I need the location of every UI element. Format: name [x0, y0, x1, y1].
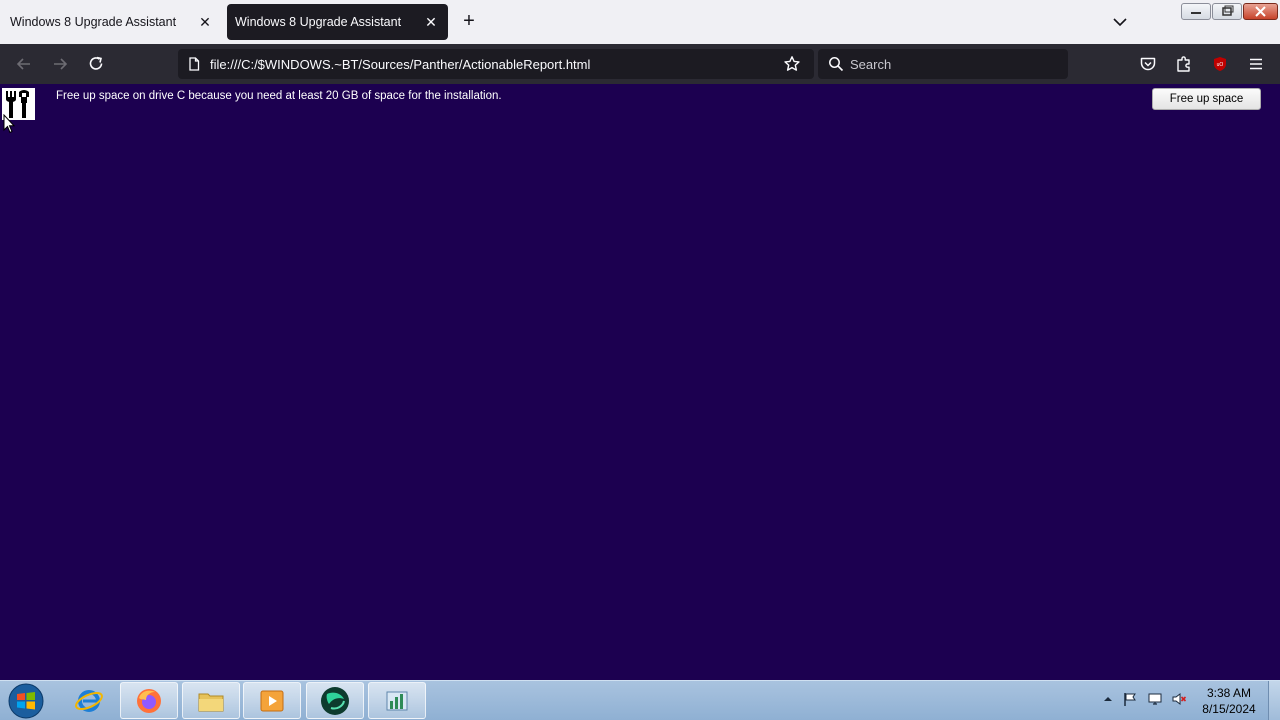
bookmark-star-icon[interactable]: [783, 55, 801, 73]
window-minimize-button[interactable]: [1181, 3, 1211, 20]
tab-close-icon[interactable]: ✕: [196, 13, 214, 31]
taskbar-file-explorer[interactable]: [182, 682, 240, 719]
search-bar[interactable]: Search: [818, 49, 1068, 79]
page-content: Free up space on drive C because you nee…: [0, 84, 1280, 680]
back-arrow-icon[interactable]: [14, 54, 34, 74]
tab-upgrade-assistant-1[interactable]: Windows 8 Upgrade Assistant ✕: [0, 4, 222, 40]
search-placeholder: Search: [850, 57, 892, 72]
address-bar[interactable]: file:///C:/$WINDOWS.~BT/Sources/Panther/…: [178, 49, 814, 79]
free-up-space-button[interactable]: Free up space: [1152, 88, 1261, 110]
taskbar-green-app[interactable]: [306, 682, 364, 719]
tab-close-icon[interactable]: ✕: [422, 13, 440, 31]
clock-time: 3:38 AM: [1206, 686, 1252, 700]
navigation-toolbar: file:///C:/$WINDOWS.~BT/Sources/Panther/…: [0, 44, 1280, 84]
taskbar-firefox[interactable]: [120, 682, 178, 719]
reload-icon[interactable]: [86, 54, 106, 74]
window-restore-button[interactable]: [1212, 3, 1242, 20]
internet-explorer-icon: [75, 689, 103, 712]
extensions-puzzle-icon[interactable]: [1174, 54, 1194, 74]
pocket-icon[interactable]: [1138, 54, 1158, 74]
search-icon: [829, 57, 844, 72]
tab-label: Windows 8 Upgrade Assistant: [10, 15, 177, 29]
space-warning-message: Free up space on drive C because you nee…: [56, 90, 502, 102]
app-menu-hamburger-icon[interactable]: [1246, 54, 1266, 74]
tab-upgrade-assistant-2[interactable]: Windows 8 Upgrade Assistant ✕: [227, 4, 448, 40]
action-center-flag-icon[interactable]: [1122, 691, 1138, 707]
new-tab-plus-icon[interactable]: +: [459, 11, 479, 32]
firefox-icon: [137, 688, 161, 713]
show-hidden-icons-arrow-icon[interactable]: [1100, 691, 1116, 707]
ublock-origin-icon[interactable]: uO: [1210, 54, 1230, 74]
taskbar: 3:38 AM 8/15/2024: [0, 680, 1280, 720]
list-all-tabs-chevron-down-icon[interactable]: [1110, 12, 1130, 32]
tab-label: Windows 8 Upgrade Assistant: [235, 15, 402, 29]
show-desktop-button[interactable]: [1268, 681, 1280, 720]
start-windows-orb-icon[interactable]: [6, 682, 46, 720]
taskbar-chart-app[interactable]: [368, 682, 426, 719]
page-document-icon: [189, 57, 200, 71]
url-text: file:///C:/$WINDOWS.~BT/Sources/Panther/…: [210, 57, 591, 72]
system-clock[interactable]: 3:38 AM 8/15/2024: [1196, 685, 1262, 717]
media-player-icon: [260, 690, 284, 711]
forward-arrow-icon[interactable]: [50, 54, 70, 74]
window-close-button[interactable]: [1243, 3, 1278, 20]
taskbar-media-player[interactable]: [243, 682, 301, 719]
clock-date: 8/15/2024: [1202, 702, 1256, 716]
svg-text:uO: uO: [1217, 62, 1224, 68]
volume-muted-icon[interactable]: [1171, 691, 1187, 707]
green-circle-app-icon: [321, 686, 349, 715]
network-icon[interactable]: [1147, 691, 1163, 707]
mouse-pointer-icon: [3, 114, 15, 134]
chart-app-icon: [386, 691, 408, 710]
tab-bar: Windows 8 Upgrade Assistant ✕ Windows 8 …: [0, 0, 1280, 44]
taskbar-internet-explorer[interactable]: [60, 682, 118, 719]
folder-icon: [198, 693, 224, 711]
